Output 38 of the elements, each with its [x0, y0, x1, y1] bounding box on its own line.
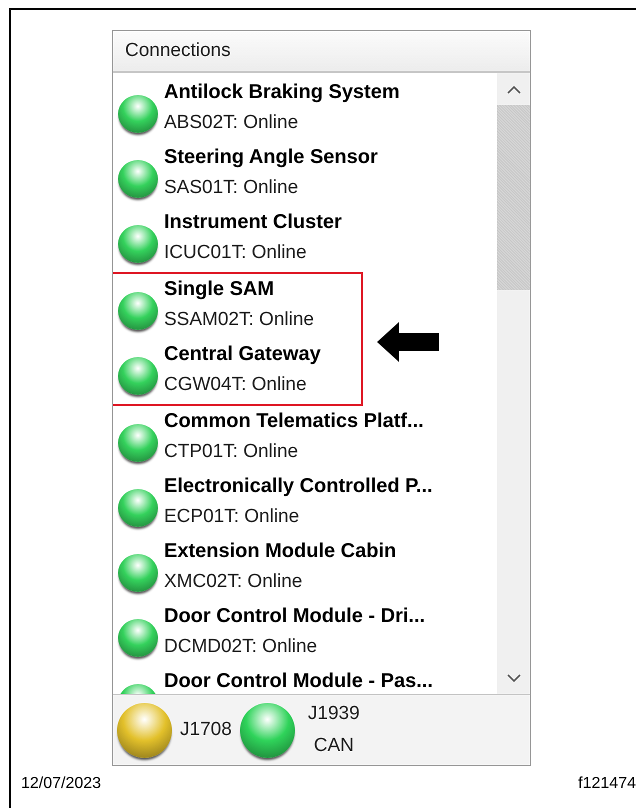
module-name: Door Control Module - Dri...	[164, 604, 426, 629]
status-led-icon	[118, 95, 158, 133]
status-led-icon	[118, 619, 158, 657]
module-status: SSAM02T: Online	[164, 308, 314, 332]
module-status: CGW04T: Online	[164, 373, 308, 397]
scrollbar[interactable]	[497, 73, 530, 694]
module-name: Steering Angle Sensor	[164, 145, 378, 170]
module-name: Electronically Controlled P...	[164, 474, 433, 499]
scroll-thumb[interactable]	[497, 105, 530, 290]
module-status: ABS02T: Online	[164, 111, 300, 135]
module-name: Common Telematics Platf...	[164, 409, 424, 434]
module-name: Central Gateway	[164, 342, 321, 367]
callout-arrow	[377, 322, 439, 362]
status-led-icon	[118, 357, 158, 395]
module-status: ICUC01T: Online	[164, 241, 308, 265]
panel-title: Connections	[125, 38, 231, 63]
module-status: DCMD02T: Online	[164, 635, 318, 659]
bus-label: J1939 CAN	[306, 702, 361, 758]
module-status: XMC02T: Online	[164, 570, 304, 594]
module-status: SAS01T: Online	[164, 176, 300, 200]
module-name: Door Control Module - Pas...	[164, 669, 433, 694]
scroll-down-icon[interactable]	[506, 674, 520, 682]
module-name: Extension Module Cabin	[164, 539, 396, 564]
module-status: CTP01T: Online	[164, 440, 300, 464]
scroll-up-icon[interactable]	[506, 84, 520, 94]
status-led-icon	[118, 424, 158, 462]
module-name: Instrument Cluster	[164, 210, 342, 235]
status-led-icon	[118, 292, 158, 330]
module-name: Single SAM	[164, 277, 276, 302]
status-led-icon	[118, 160, 158, 198]
status-led-icon	[118, 554, 158, 592]
status-led-icon	[118, 225, 158, 263]
figure-id: f121474	[578, 774, 636, 794]
bus-label: J1708	[180, 718, 232, 742]
module-status: ECP01T: Online	[164, 505, 300, 529]
module-name: Antilock Braking System	[164, 80, 400, 105]
status-led-icon	[118, 489, 158, 527]
date-text: 12/07/2023	[21, 774, 102, 794]
